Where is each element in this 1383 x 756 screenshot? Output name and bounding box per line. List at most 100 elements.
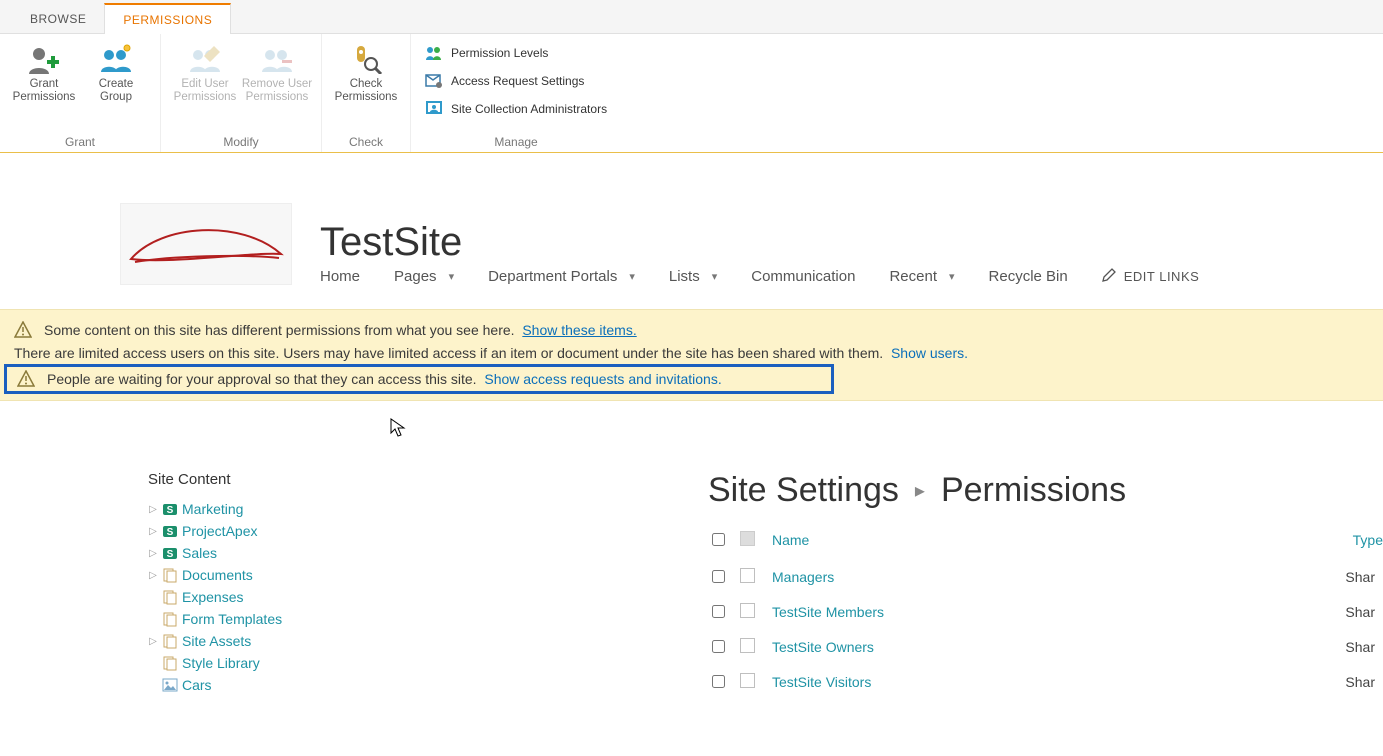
permissions-table: Name Type ManagersSharTestSite MembersSh… [708, 524, 1383, 699]
nav-recent[interactable]: Recent ▾ [889, 268, 954, 285]
notification-bar: Some content on this site has different … [0, 309, 1383, 401]
lib-icon [162, 655, 178, 671]
ribbon-group-check-label: Check [330, 131, 402, 152]
chevron-down-icon: ▾ [629, 270, 635, 283]
access-request-settings-button[interactable]: Access Request Settings [419, 68, 613, 94]
check-permissions-label: Check Permissions [335, 78, 398, 104]
show-these-items-link[interactable]: Show these items. [522, 322, 636, 338]
group-name-link[interactable]: TestSite Members [772, 594, 1237, 629]
edit-user-permissions-icon [188, 44, 222, 74]
table-row: TestSite MembersShar [708, 594, 1383, 629]
edit-links-button[interactable]: EDIT LINKS [1102, 268, 1200, 285]
expand-icon[interactable]: ▷ [148, 636, 158, 647]
show-access-requests-link[interactable]: Show access requests and invitations. [484, 371, 721, 387]
tab-browse[interactable]: BROWSE [12, 4, 104, 33]
group-name-link[interactable]: TestSite Owners [772, 629, 1237, 664]
grant-permissions-icon [27, 44, 61, 74]
site-collection-admins-label: Site Collection Administrators [451, 102, 607, 116]
group-type: Shar [1237, 664, 1383, 699]
notice2-text: There are limited access users on this s… [14, 345, 883, 361]
status-icon [740, 603, 755, 618]
notice-different-permissions: Some content on this site has different … [0, 318, 1383, 342]
remove-user-permissions-icon [260, 44, 294, 74]
tree-item[interactable]: Style Library [148, 652, 408, 674]
select-all-checkbox[interactable] [712, 533, 725, 546]
permissions-panel: Site Settings ▸ Permissions Name Type Ma… [708, 471, 1383, 699]
chevron-down-icon: ▾ [449, 270, 455, 283]
group-type: Shar [1237, 559, 1383, 594]
expand-icon[interactable]: ▷ [148, 526, 158, 537]
show-users-link[interactable]: Show users. [891, 345, 968, 361]
nav-communication[interactable]: Communication [751, 268, 855, 285]
nav-department-portals[interactable]: Department Portals ▾ [488, 268, 635, 285]
page-content: Site Content ▷SMarketing▷SProjectApex▷SS… [0, 401, 1383, 699]
col-type[interactable]: Type [1237, 524, 1383, 559]
group-type: Shar [1237, 629, 1383, 664]
group-name-link[interactable]: TestSite Visitors [772, 664, 1237, 699]
tree-item-label: Documents [182, 567, 253, 583]
lib-icon [162, 611, 178, 627]
tree-item-label: Marketing [182, 501, 243, 517]
create-group-label: Create Group [99, 78, 134, 104]
site-content-title: Site Content [148, 471, 408, 488]
tree-item[interactable]: ▷Site Assets [148, 630, 408, 652]
status-icon [740, 568, 755, 583]
notice-limited-access: There are limited access users on this s… [0, 342, 1383, 364]
tree-item[interactable]: Expenses [148, 586, 408, 608]
row-checkbox[interactable] [712, 605, 725, 618]
tree-item-label: Sales [182, 545, 217, 561]
col-name[interactable]: Name [772, 524, 1237, 559]
row-checkbox[interactable] [712, 675, 725, 688]
row-checkbox[interactable] [712, 570, 725, 583]
table-row: TestSite OwnersShar [708, 629, 1383, 664]
site-collection-admins-icon [425, 100, 443, 118]
breadcrumb-site-settings[interactable]: Site Settings [708, 471, 899, 510]
svg-text:S: S [167, 549, 174, 560]
expand-icon[interactable]: ▷ [148, 504, 158, 515]
ribbon-group-check: Check Permissions Check [322, 34, 411, 152]
site-content-tree: ▷SMarketing▷SProjectApex▷SSales▷Document… [148, 498, 408, 696]
tree-item[interactable]: Form Templates [148, 608, 408, 630]
tree-item-label: Style Library [182, 655, 260, 671]
site-icon: S [162, 501, 178, 517]
site-collection-admins-button[interactable]: Site Collection Administrators [419, 96, 613, 122]
site-logo[interactable] [120, 203, 292, 285]
edit-user-permissions-button: Edit User Permissions [169, 38, 241, 104]
nav-lists[interactable]: Lists ▾ [669, 268, 717, 285]
nav-pages-label: Pages [394, 268, 437, 285]
expand-icon[interactable]: ▷ [148, 570, 158, 581]
tree-item[interactable]: ▷ Documents [148, 564, 408, 586]
warning-icon [14, 321, 32, 339]
nav-recycle-bin[interactable]: Recycle Bin [989, 268, 1068, 285]
check-permissions-button[interactable]: Check Permissions [330, 38, 402, 104]
remove-user-permissions-label: Remove User Permissions [242, 78, 312, 104]
group-type: Shar [1237, 594, 1383, 629]
tree-item-label: Expenses [182, 589, 243, 605]
nav-pages[interactable]: Pages ▾ [394, 268, 454, 285]
tree-item[interactable]: ▷ S Marketing [148, 498, 408, 520]
nav-lists-label: Lists [669, 268, 700, 285]
tree-item[interactable]: Cars [148, 674, 408, 696]
access-request-settings-label: Access Request Settings [451, 74, 584, 88]
ribbon: Grant Permissions Create Group Grant Edi… [0, 34, 1383, 153]
row-checkbox[interactable] [712, 640, 725, 653]
svg-text:S: S [167, 505, 174, 516]
nav-home[interactable]: Home [320, 268, 360, 285]
tab-permissions[interactable]: PERMISSIONS [104, 3, 231, 34]
ribbon-group-modify: Edit User Permissions Remove User Permis… [161, 34, 322, 152]
grant-permissions-button[interactable]: Grant Permissions [8, 38, 80, 104]
create-group-button[interactable]: Create Group [80, 38, 152, 104]
chevron-down-icon: ▾ [712, 270, 718, 283]
tree-item-label: Form Templates [182, 611, 282, 627]
permission-levels-button[interactable]: Permission Levels [419, 40, 613, 66]
tree-item[interactable]: ▷SProjectApex [148, 520, 408, 542]
tree-item-label: Cars [182, 677, 212, 693]
expand-icon[interactable]: ▷ [148, 548, 158, 559]
nav-recent-label: Recent [889, 268, 937, 285]
site-title: TestSite [320, 222, 1199, 262]
tree-item[interactable]: ▷ S Sales [148, 542, 408, 564]
status-icon [740, 673, 755, 688]
lib-icon [162, 567, 178, 583]
group-name-link[interactable]: Managers [772, 559, 1237, 594]
access-request-settings-icon [425, 72, 443, 90]
